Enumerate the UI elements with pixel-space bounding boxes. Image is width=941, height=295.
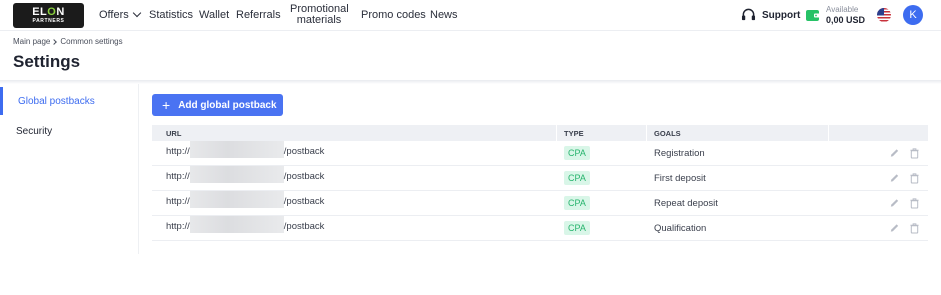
trash-icon[interactable] <box>909 172 920 184</box>
edit-pencil-icon[interactable] <box>889 197 900 209</box>
breadcrumb: Main page Common settings <box>13 37 123 46</box>
type-badge: CPA <box>564 171 590 185</box>
column-divider <box>556 125 557 141</box>
table-row: http:///postback CPA First deposit <box>152 166 928 191</box>
balance-display: Available 0,00 USD <box>826 5 866 25</box>
chevron-right-icon <box>51 38 58 45</box>
table-header: URL TYPE GOALS <box>152 125 928 141</box>
top-navigation-bar: ELON PARTNERS Offers Statistics Wallet R… <box>0 0 941 31</box>
nav-wallet[interactable]: Wallet <box>199 9 229 21</box>
goal-cell: Repeat deposit <box>654 198 718 209</box>
url-redacted <box>189 191 284 208</box>
sidebar-item-security[interactable]: Security <box>0 117 139 145</box>
postback-url: http:///postback <box>166 166 324 183</box>
column-header-goals: GOALS <box>654 129 681 138</box>
page-title: Settings <box>13 52 81 71</box>
table-row: http:///postback CPA Qualification <box>152 216 928 241</box>
type-badge: CPA <box>564 146 590 160</box>
postback-url: http:///postback <box>166 141 324 158</box>
edit-pencil-icon[interactable] <box>889 222 900 234</box>
postback-url: http:///postback <box>166 216 324 233</box>
row-actions <box>889 147 920 159</box>
url-redacted <box>189 166 284 183</box>
goal-cell: Registration <box>654 148 705 159</box>
nav-promotional-materials[interactable]: Promotional materials <box>290 4 349 26</box>
edit-pencil-icon[interactable] <box>889 147 900 159</box>
table-row: http:///postback CPA Registration <box>152 141 928 166</box>
breadcrumb-main-page[interactable]: Main page <box>13 37 50 46</box>
settings-sidebar: Global postbacks Security <box>0 84 139 254</box>
sidebar-item-global-postbacks[interactable]: Global postbacks <box>0 87 139 115</box>
column-header-type: TYPE <box>564 129 584 138</box>
chevron-down-icon <box>132 8 142 18</box>
elon-partners-logo[interactable]: ELON PARTNERS <box>13 3 84 28</box>
column-divider <box>646 125 647 141</box>
table-row: http:///postback CPA Repeat deposit <box>152 191 928 216</box>
user-avatar[interactable]: K <box>903 5 923 25</box>
nav-promo-codes[interactable]: Promo codes <box>361 9 426 21</box>
nav-statistics[interactable]: Statistics <box>149 9 193 21</box>
add-global-postback-button[interactable]: + Add global postback <box>152 94 283 116</box>
wallet-icon[interactable] <box>806 9 820 21</box>
type-badge: CPA <box>564 196 590 210</box>
postbacks-table: URL TYPE GOALS http:///postback CPA Regi… <box>152 125 928 241</box>
support-link[interactable]: Support <box>741 8 800 22</box>
plus-icon: + <box>162 97 171 113</box>
row-actions <box>889 197 920 209</box>
column-header-url: URL <box>166 129 182 138</box>
trash-icon[interactable] <box>909 147 920 159</box>
goal-cell: First deposit <box>654 173 706 184</box>
breadcrumb-current: Common settings <box>60 37 123 46</box>
url-redacted <box>189 216 284 233</box>
type-badge: CPA <box>564 221 590 235</box>
edit-pencil-icon[interactable] <box>889 172 900 184</box>
nav-news[interactable]: News <box>430 9 458 21</box>
column-divider <box>828 125 829 141</box>
nav-referrals[interactable]: Referrals <box>236 9 281 21</box>
postback-url: http:///postback <box>166 191 324 208</box>
goal-cell: Qualification <box>654 223 707 234</box>
row-actions <box>889 172 920 184</box>
us-flag-icon[interactable] <box>877 8 891 22</box>
headset-icon <box>741 8 756 21</box>
trash-icon[interactable] <box>909 222 920 234</box>
url-redacted <box>189 141 284 158</box>
row-actions <box>889 222 920 234</box>
header-divider <box>0 80 941 84</box>
nav-offers[interactable]: Offers <box>99 8 142 21</box>
trash-icon[interactable] <box>909 197 920 209</box>
